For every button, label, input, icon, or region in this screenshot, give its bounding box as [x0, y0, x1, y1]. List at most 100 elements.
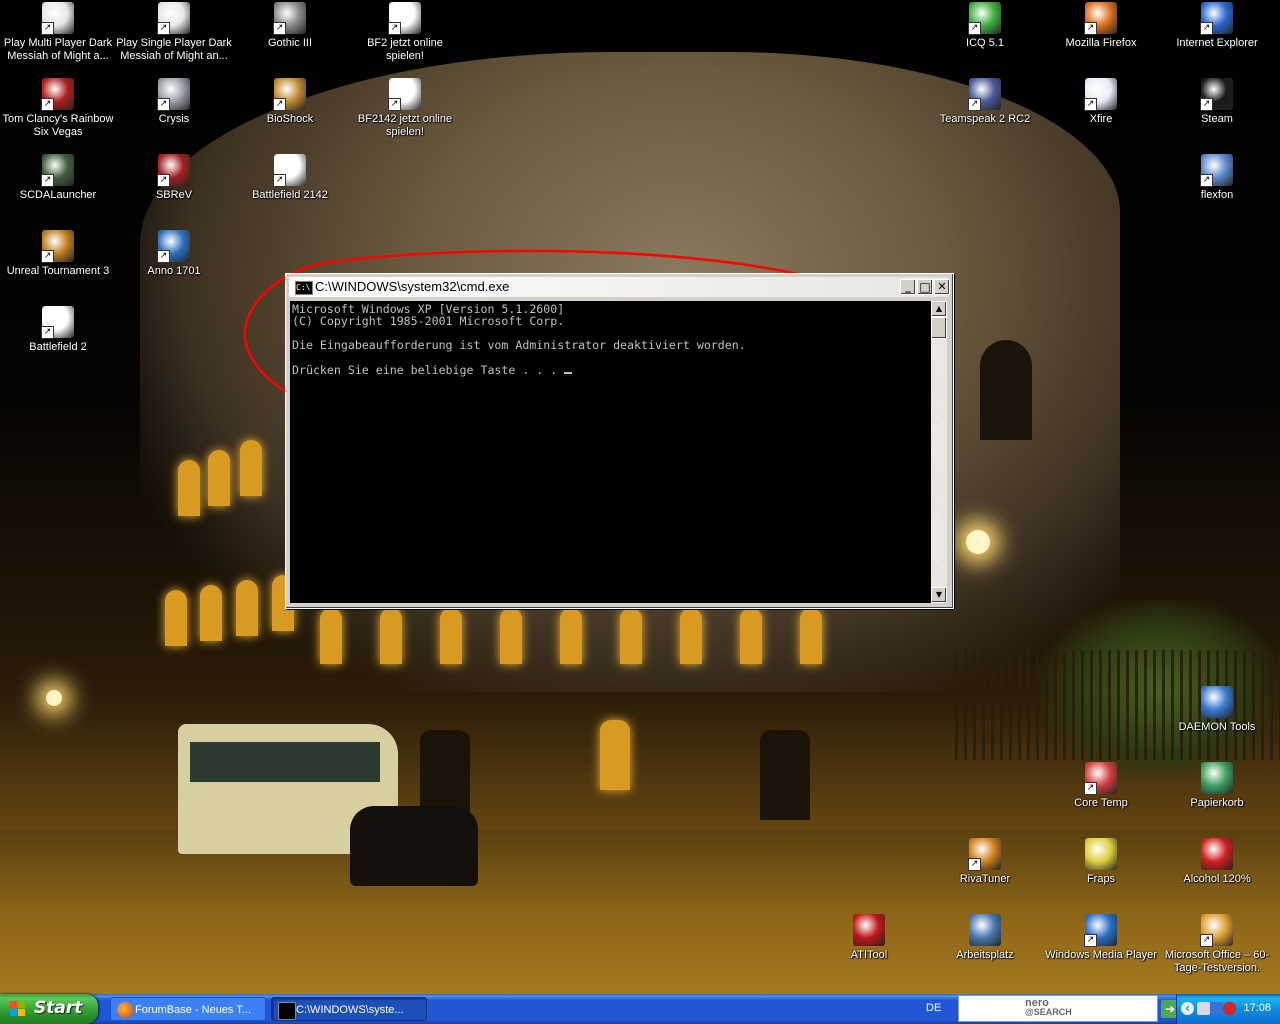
- desktop-icon-bf2-jetzt-online-spielen[interactable]: ↗ BF2 jetzt online spielen!: [347, 2, 463, 63]
- console-output[interactable]: Microsoft Windows XP [Version 5.1.2600] …: [290, 301, 931, 603]
- desktop-icon-bioshock[interactable]: ↗ BioShock: [232, 78, 348, 126]
- taskbar-button-forumbase[interactable]: ForumBase - Neues T...: [110, 997, 266, 1021]
- desktop-icon-xfire[interactable]: ↗ Xfire: [1043, 78, 1159, 126]
- shortcut-arrow-icon: ↗: [1084, 98, 1097, 111]
- shortcut-arrow-icon: ↗: [1084, 934, 1097, 947]
- icq-flower-icon: ↗: [968, 2, 1001, 35]
- desktop-icon-battlefield-2[interactable]: ↗ Battlefield 2: [0, 306, 116, 354]
- wallpaper-arch: [165, 590, 187, 646]
- desktop-icon-anno-1701[interactable]: ↗ Anno 1701: [116, 230, 232, 278]
- desktop-icon-teamspeak-2-rc2[interactable]: ↗ Teamspeak 2 RC2: [927, 78, 1043, 126]
- desktop-icon-core-temp[interactable]: ↗ Core Temp: [1043, 762, 1159, 810]
- splinter-cell-icon: ↗: [41, 154, 74, 187]
- battlefield-icon: ↗: [388, 2, 421, 35]
- teamspeak-icon: ↗: [968, 78, 1001, 111]
- tray-app-icon[interactable]: [1210, 1002, 1223, 1015]
- gothic-icon: ↗: [273, 2, 306, 35]
- network-icon[interactable]: [1197, 1002, 1210, 1015]
- desktop-icon-label: Play Multi Player Dark Messiah of Might …: [3, 37, 113, 62]
- desktop-icon-label: Arbeitsplatz: [956, 949, 1014, 961]
- desktop-icon-microsoft-office-60-tage-testv[interactable]: ↗ Microsoft Office – 60-Tage-Testversion.: [1159, 914, 1275, 975]
- scroll-down-button[interactable]: ▼: [931, 587, 947, 603]
- desktop-icon-label: Windows Media Player: [1045, 949, 1157, 961]
- steam-icon: ↗: [1200, 78, 1233, 111]
- desktop-icon-arbeitsplatz[interactable]: Arbeitsplatz: [927, 914, 1043, 962]
- shortcut-arrow-icon: ↗: [968, 22, 981, 35]
- desktop-icon-label: Internet Explorer: [1176, 37, 1258, 49]
- bioshock-icon: ↗: [273, 78, 306, 111]
- desktop-icon-alcohol-120[interactable]: Alcohol 120%: [1159, 838, 1275, 886]
- text-cursor: [564, 363, 573, 374]
- desktop-icon-gothic-iii[interactable]: ↗ Gothic III: [232, 2, 348, 50]
- desktop-icon-bf2142-jetzt-online-spielen[interactable]: ↗ BF2142 jetzt online spielen!: [347, 78, 463, 139]
- console-line: (C) Copyright 1985-2001 Microsoft Corp.: [292, 314, 565, 328]
- desktop-icon-sbrev[interactable]: ↗ SBReV: [116, 154, 232, 202]
- minimize-button[interactable]: _: [900, 279, 916, 295]
- tray-expand-button[interactable]: ‹: [1181, 1002, 1194, 1015]
- cmd-window[interactable]: C:\ C:\WINDOWS\system32\cmd.exe _ □ ✕ Mi…: [285, 273, 954, 609]
- desktop-icon-mozilla-firefox[interactable]: ↗ Mozilla Firefox: [1043, 2, 1159, 50]
- shortcut-arrow-icon: ↗: [157, 250, 170, 263]
- desktop-icon-internet-explorer[interactable]: ↗ Internet Explorer: [1159, 2, 1275, 50]
- dark-messiah-icon: ↗: [41, 2, 74, 35]
- cmd-app-icon[interactable]: C:\: [295, 281, 313, 295]
- shortcut-arrow-icon: ↗: [1200, 22, 1213, 35]
- desktop-icon-tom-clancy-s-rainbow-six-vegas[interactable]: ↗ Tom Clancy's Rainbow Six Vegas: [0, 78, 116, 139]
- taskbar-button-cmd[interactable]: C:\WINDOWS\syste...: [271, 997, 427, 1021]
- desktop-icon-label: Alcohol 120%: [1183, 873, 1251, 885]
- wallpaper-arch: [560, 608, 582, 664]
- desktop-icon-label: Microsoft Office – 60-Tage-Testversion.: [1164, 949, 1270, 974]
- desktop-icon-atitool[interactable]: ATITool: [811, 914, 927, 962]
- desktop-icon-steam[interactable]: ↗ Steam: [1159, 78, 1275, 126]
- daemon-tools-icon: [1201, 686, 1233, 718]
- shortcut-arrow-icon: ↗: [157, 174, 170, 187]
- vertical-scrollbar[interactable]: ▲ ▼: [931, 301, 947, 603]
- crysis-icon: ↗: [157, 78, 190, 111]
- desktop-icon-fraps[interactable]: Fraps: [1043, 838, 1159, 886]
- shortcut-arrow-icon: ↗: [1200, 174, 1213, 187]
- battlefield-icon: ↗: [388, 78, 421, 111]
- cmd-title-bar[interactable]: C:\ C:\WINDOWS\system32\cmd.exe _ □ ✕: [289, 277, 950, 297]
- desktop-icon-label: Crysis: [158, 113, 190, 125]
- desktop-icon-papierkorb[interactable]: Papierkorb: [1159, 762, 1275, 810]
- shortcut-arrow-icon: ↗: [157, 98, 170, 111]
- desktop-icon-rivatuner[interactable]: ↗ RivaTuner: [927, 838, 1043, 886]
- wallpaper-arch: [178, 460, 200, 516]
- desktop-icon-label: BF2 jetzt online spielen!: [367, 37, 443, 62]
- scroll-up-button[interactable]: ▲: [931, 301, 947, 317]
- console-line: Die Eingabeaufforderung ist vom Administ…: [292, 338, 746, 352]
- shortcut-arrow-icon: ↗: [273, 98, 286, 111]
- start-button[interactable]: Start: [0, 994, 98, 1024]
- desktop-icon-play-multi-player-dark-messiah[interactable]: ↗ Play Multi Player Dark Messiah of Might…: [0, 2, 116, 63]
- office-icon: ↗: [1200, 914, 1233, 947]
- desktop-icon-scdalauncher[interactable]: ↗ SCDALauncher: [0, 154, 116, 202]
- desktop-icon-crysis[interactable]: ↗ Crysis: [116, 78, 232, 126]
- desktop-icon-windows-media-player[interactable]: ↗ Windows Media Player: [1043, 914, 1159, 962]
- nero-search-logo: nero @SEARCH: [1025, 998, 1072, 1017]
- desktop-icon-battlefield-2142[interactable]: ↗ Battlefield 2142: [232, 154, 348, 202]
- desktop-icon-icq-5-1[interactable]: ↗ ICQ 5.1: [927, 2, 1043, 50]
- shortcut-arrow-icon: ↗: [1200, 98, 1213, 111]
- language-indicator[interactable]: DE: [926, 1002, 941, 1014]
- close-button[interactable]: ✕: [934, 279, 950, 295]
- desktop-icon-flexfon[interactable]: ↗ flexfon: [1159, 154, 1275, 202]
- desktop-icon-label: Steam: [1201, 113, 1233, 125]
- system-tray: ‹ 17:08: [1176, 994, 1280, 1024]
- wallpaper-arch: [680, 608, 702, 664]
- desktop-icon-unreal-tournament-3[interactable]: ↗ Unreal Tournament 3: [0, 230, 116, 278]
- my-computer-icon: [969, 914, 1001, 946]
- clock[interactable]: 17:08: [1243, 1002, 1271, 1014]
- media-player-icon: ↗: [1084, 914, 1117, 947]
- desktop-icon-daemon-tools[interactable]: DAEMON Tools: [1159, 686, 1275, 734]
- desktop-icon-label: ATITool: [850, 949, 888, 961]
- wallpaper-arch: [500, 608, 522, 664]
- nero-search-box[interactable]: nero @SEARCH ➔: [958, 995, 1179, 1022]
- security-shield-icon[interactable]: [1223, 1002, 1236, 1015]
- scroll-thumb[interactable]: [931, 317, 947, 339]
- cmd-icon: [278, 1002, 296, 1020]
- desktop-icon-label: Papierkorb: [1190, 797, 1244, 809]
- internet-explorer-icon: ↗: [1200, 2, 1233, 35]
- windows-flag-icon: [10, 1001, 26, 1017]
- desktop-icon-play-single-player-dark-messia[interactable]: ↗ Play Single Player Dark Messiah of Migh…: [116, 2, 232, 63]
- maximize-button[interactable]: □: [917, 279, 933, 295]
